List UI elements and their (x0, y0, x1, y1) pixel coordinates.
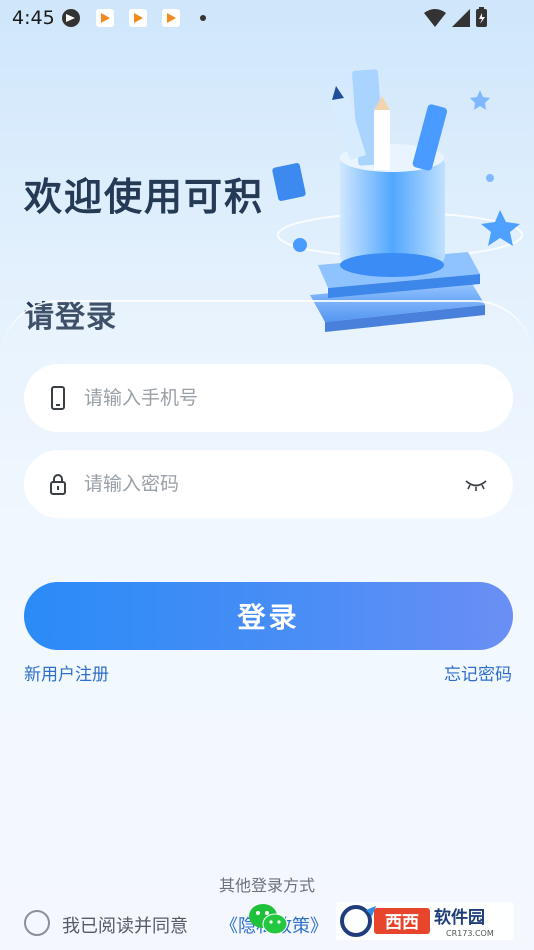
login-button[interactable]: 登录 (24, 582, 513, 650)
more-notifications-dot (200, 15, 206, 21)
pen-holder-illustration (272, 69, 523, 332)
phone-icon (51, 386, 65, 410)
welcome-title: 欢迎使用可积 (24, 175, 265, 219)
wifi-icon (424, 9, 446, 27)
phone-input[interactable] (84, 378, 464, 418)
eye-closed-icon[interactable] (465, 478, 487, 492)
phone-field[interactable] (24, 364, 513, 432)
telegram-icon (62, 9, 80, 27)
lock-icon (50, 474, 66, 495)
battery-icon (476, 7, 487, 27)
app-notification-icon (96, 9, 114, 27)
svg-text:西西: 西西 (385, 913, 419, 933)
app-notification-icon (129, 9, 147, 27)
forgot-password-link[interactable]: 忘记密码 (444, 660, 512, 685)
cr173-watermark-logo: 西西 软件园 CR173.COM (336, 902, 514, 940)
register-link[interactable]: 新用户注册 (24, 660, 109, 685)
status-bar: 4:45 (0, 0, 534, 36)
agree-radio[interactable] (24, 910, 50, 936)
status-icons (424, 7, 487, 27)
password-input[interactable] (84, 464, 464, 504)
wechat-login-icon[interactable] (248, 902, 288, 936)
password-field[interactable] (24, 450, 513, 518)
status-time: 4:45 (12, 7, 55, 29)
app-notification-icon (162, 9, 180, 27)
signal-icon (452, 9, 470, 27)
agree-text: 我已阅读并同意 (62, 916, 188, 937)
svg-text:软件园: 软件园 (434, 907, 485, 928)
other-login-label: 其他登录方式 (218, 876, 315, 895)
svg-text:CR173.COM: CR173.COM (446, 929, 494, 938)
